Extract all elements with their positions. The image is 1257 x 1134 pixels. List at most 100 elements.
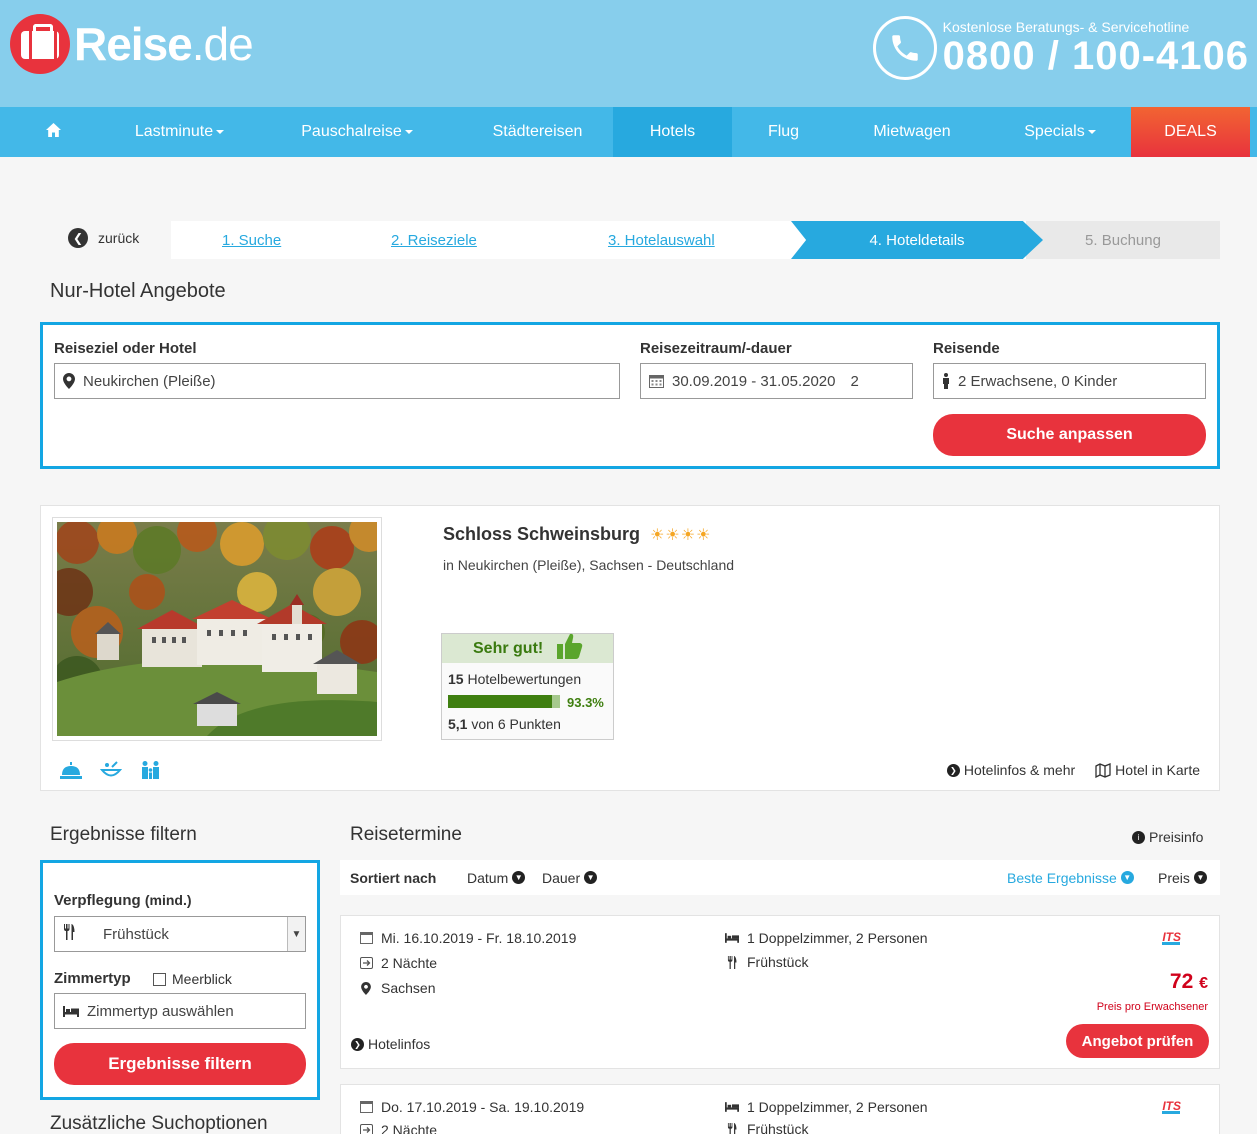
chevron-down-icon: ▼ — [1120, 871, 1134, 884]
thumbs-up-icon — [557, 632, 583, 665]
tour-operator-logo: ITS — [1162, 930, 1181, 944]
step-reiseziele[interactable]: 2. Reiseziele — [391, 221, 477, 259]
reviews-label: Hotelbewertungen — [467, 671, 582, 687]
logo-text: Reise — [74, 18, 193, 70]
bed-icon — [63, 1005, 79, 1017]
price-info-link[interactable]: i Preisinfo — [1132, 829, 1203, 845]
hotel-map-link[interactable]: Hotel in Karte — [1095, 762, 1200, 778]
map-icon — [1095, 762, 1111, 778]
room-type-label: Zimmertyp — [54, 970, 131, 987]
suitcase-icon — [10, 14, 70, 74]
room-type-input[interactable]: Zimmertyp auswählen — [54, 993, 306, 1029]
calendar-icon — [359, 1101, 373, 1113]
more-options-title[interactable]: Zusätzliche Suchoptionen — [50, 1113, 268, 1134]
step-suche[interactable]: 1. Suche — [222, 221, 281, 259]
travelers-label: Reisende — [933, 340, 1000, 357]
sort-bar: Sortiert nach Datum ▼ Dauer ▼ Beste Ergebn… — [340, 860, 1220, 895]
recommend-bar — [448, 695, 560, 708]
phone-icon — [872, 16, 937, 80]
date-input[interactable]: 30.09.2019 - 31.05.2020 2 — [640, 363, 913, 399]
step-hoteldetails: 4. Hoteldetails — [791, 221, 1043, 259]
hotel-photo[interactable] — [52, 517, 382, 741]
back-link[interactable]: ❮ zurück — [68, 228, 139, 248]
caret-down-icon — [216, 130, 225, 134]
booking-steps: 1. Suche 2. Reiseziele 3. Hotelauswahl 5… — [171, 221, 1220, 259]
filter-panel: Verpflegung (mind.) Frühstück ▼ Zimmerty… — [40, 860, 320, 1100]
site-logo[interactable]: Reise.de — [10, 14, 254, 74]
recommend-bar-fill — [448, 695, 553, 708]
bed-icon — [725, 1102, 739, 1112]
info-icon: i — [1132, 830, 1145, 844]
sort-date[interactable]: Datum ▼ — [467, 860, 526, 895]
destination-input[interactable]: Neukirchen (Pleiße) — [54, 363, 620, 399]
board-label-sub: (mind.) — [144, 892, 192, 908]
map-pin-icon — [63, 373, 75, 389]
search-form: Reiseziel oder Hotel Neukirchen (Pleiße)… — [40, 322, 1220, 469]
result-room: 1 Doppelzimmer, 2 Personen — [747, 1099, 928, 1115]
nav-flug[interactable]: Flug — [732, 107, 835, 157]
chevron-down-icon: ▼ — [584, 871, 598, 884]
result-board: Frühstück — [747, 954, 809, 970]
reviews-count: 15 — [448, 671, 464, 687]
nav-staedtereisen[interactable]: Städtereisen — [462, 107, 613, 157]
hotline-label: Kostenlose Beratungs- & Servicehotline — [942, 19, 1190, 35]
board-select[interactable]: Frühstück ▼ — [54, 916, 306, 952]
home-icon — [45, 122, 62, 143]
seaview-checkbox[interactable]: Meerblick — [153, 971, 232, 987]
calendar-icon — [359, 932, 373, 944]
reception-bell-icon — [60, 761, 82, 782]
hotel-card: Schloss Schweinsburg ☀☀☀☀ in Neukirchen … — [40, 505, 1220, 791]
result-dates: Do. 17.10.2019 - Sa. 19.10.2019 — [381, 1099, 585, 1115]
filter-title: Ergebnisse filtern — [50, 824, 197, 845]
tour-operator-logo: ITS — [1162, 1099, 1181, 1113]
amenities — [60, 761, 162, 782]
sort-label: Sortiert nach — [350, 869, 437, 886]
hotline-number[interactable]: 0800 / 100-4106 — [943, 35, 1249, 77]
score-label: von 6 Punkten — [471, 716, 561, 732]
rating-box[interactable]: Sehr gut! 15 Hotelbewertungen 93.3% 5,1 … — [441, 633, 614, 740]
result-currency: € — [1199, 975, 1208, 992]
result-room: 1 Doppelzimmer, 2 Personen — [747, 930, 928, 946]
chevron-down-icon: ▼ — [287, 917, 305, 951]
chevron-down-icon: ▼ — [1193, 871, 1207, 884]
nav-lastminute[interactable]: Lastminute — [107, 107, 252, 157]
nav-mietwagen[interactable]: Mietwagen — [835, 107, 989, 157]
nav-deals[interactable]: DEALS — [1131, 107, 1250, 157]
nav-home[interactable] — [0, 107, 107, 157]
adjust-search-button[interactable]: Suche anpassen — [933, 414, 1206, 456]
nav-specials[interactable]: Specials — [989, 107, 1131, 157]
hotel-info-link[interactable]: ❯ Hotelinfos & mehr — [946, 762, 1075, 778]
arrow-in-icon — [359, 1124, 373, 1134]
cutlery-icon — [63, 924, 103, 944]
date-label: Reisezeitraum/-dauer — [640, 340, 792, 357]
person-icon — [942, 373, 950, 389]
chevron-right-icon: ❯ — [946, 763, 960, 777]
chevron-left-icon: ❮ — [68, 228, 88, 248]
main-nav: Lastminute Pauschalreise Städtereisen Ho… — [0, 107, 1257, 157]
result-dates: Mi. 16.10.2019 - Fr. 18.10.2019 — [381, 930, 577, 946]
sort-duration[interactable]: Dauer ▼ — [542, 860, 598, 895]
logo-tld: .de — [191, 18, 254, 70]
apply-filter-button[interactable]: Ergebnisse filtern — [54, 1043, 306, 1085]
travelers-input[interactable]: 2 Erwachsene, 0 Kinder — [933, 363, 1206, 399]
rating-label: Sehr gut! — [473, 639, 544, 657]
board-label: Verpflegung — [54, 892, 141, 909]
result-hotelinfo-link[interactable]: ❯ Hotelinfos — [351, 1036, 430, 1052]
score-value: 5,1 — [448, 716, 468, 732]
result-nights: 2 Nächte — [381, 1122, 438, 1134]
results-title: Reisetermine — [350, 824, 462, 845]
destination-label: Reiseziel oder Hotel — [54, 340, 197, 357]
step-hotelauswahl[interactable]: 3. Hotelauswahl — [608, 221, 715, 259]
check-offer-button[interactable]: Angebot prüfen — [1066, 1024, 1209, 1058]
sort-price[interactable]: Preis ▼ — [1158, 860, 1207, 895]
site-header: Reise.de Kostenlose Beratungs- & Service… — [0, 0, 1257, 107]
family-icon — [140, 761, 162, 782]
duration-value: 2 — [850, 372, 859, 390]
recommend-pct: 93.3% — [567, 695, 604, 710]
nav-hotels[interactable]: Hotels — [613, 107, 732, 157]
result-item: Mi. 16.10.2019 - Fr. 18.10.2019 2 Nächte… — [340, 915, 1220, 1069]
sort-best[interactable]: Beste Ergebnisse ▼ — [1007, 860, 1134, 895]
nav-pauschalreise[interactable]: Pauschalreise — [252, 107, 462, 157]
result-item: Do. 17.10.2019 - Sa. 19.10.2019 2 Nächte… — [340, 1084, 1220, 1134]
result-board: Frühstück — [747, 1121, 809, 1134]
